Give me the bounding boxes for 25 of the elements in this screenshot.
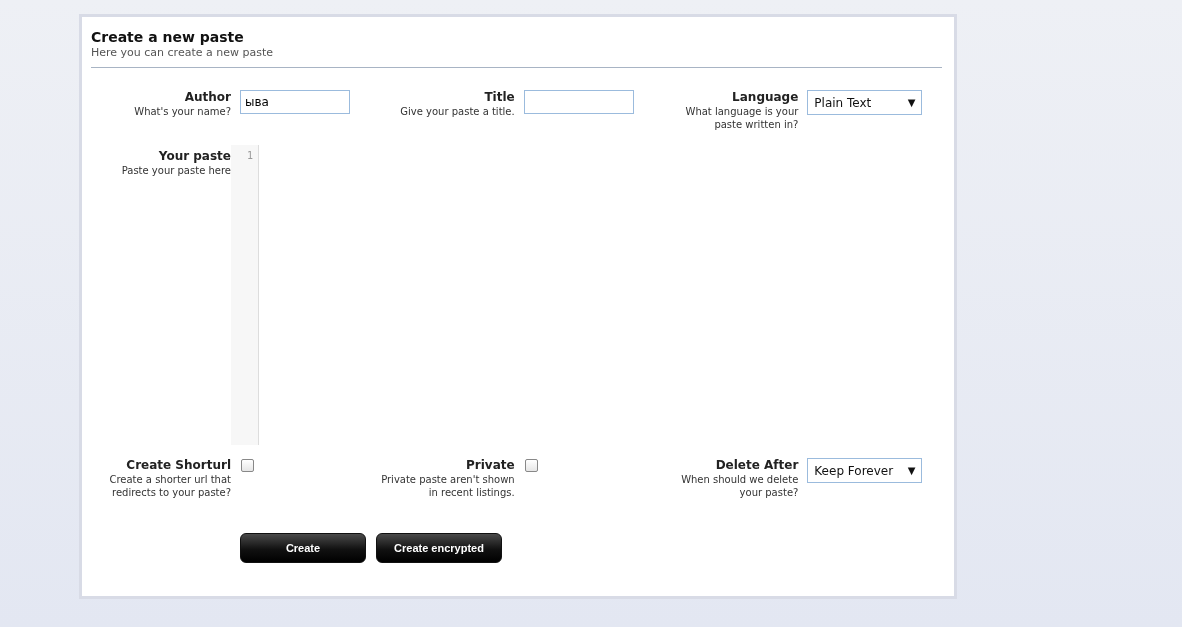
field-hint: What's your name? [133, 105, 231, 118]
field-label: Author [183, 90, 231, 105]
field-hint: Give your paste a title. [399, 105, 515, 118]
field-hint: What language is your paste written in? [684, 105, 799, 131]
form-button[interactable]: Create encrypted [376, 533, 502, 563]
field-hint: Create a shorter url that redirects to your paste? [108, 473, 231, 499]
form-subtitle: Here you can create a new paste [91, 46, 274, 59]
text-field[interactable]: ыва [240, 90, 350, 114]
dropdown[interactable]: Plain Text ▼ [807, 90, 923, 115]
checkbox[interactable] [241, 459, 254, 472]
field-label: Your paste [157, 149, 231, 164]
field-label: Delete After [714, 458, 799, 473]
form-button[interactable]: Create [240, 533, 366, 563]
checkbox[interactable] [524, 459, 538, 472]
field-label: Private [465, 458, 515, 473]
field-hint: When should we delete your paste? [680, 473, 799, 499]
field-hint: Private paste aren't shown in recent listings. [380, 473, 515, 499]
form-title: Create a new paste [91, 29, 245, 45]
field-label: Title [483, 90, 515, 105]
field-label: Create Shorturl [125, 458, 231, 473]
field-hint: Paste your paste here [120, 164, 231, 177]
text-field[interactable] [523, 90, 634, 114]
dropdown[interactable]: Keep Forever ▼ [807, 458, 923, 483]
line-number: 1 [245, 150, 254, 161]
field-label: Language [731, 90, 799, 105]
